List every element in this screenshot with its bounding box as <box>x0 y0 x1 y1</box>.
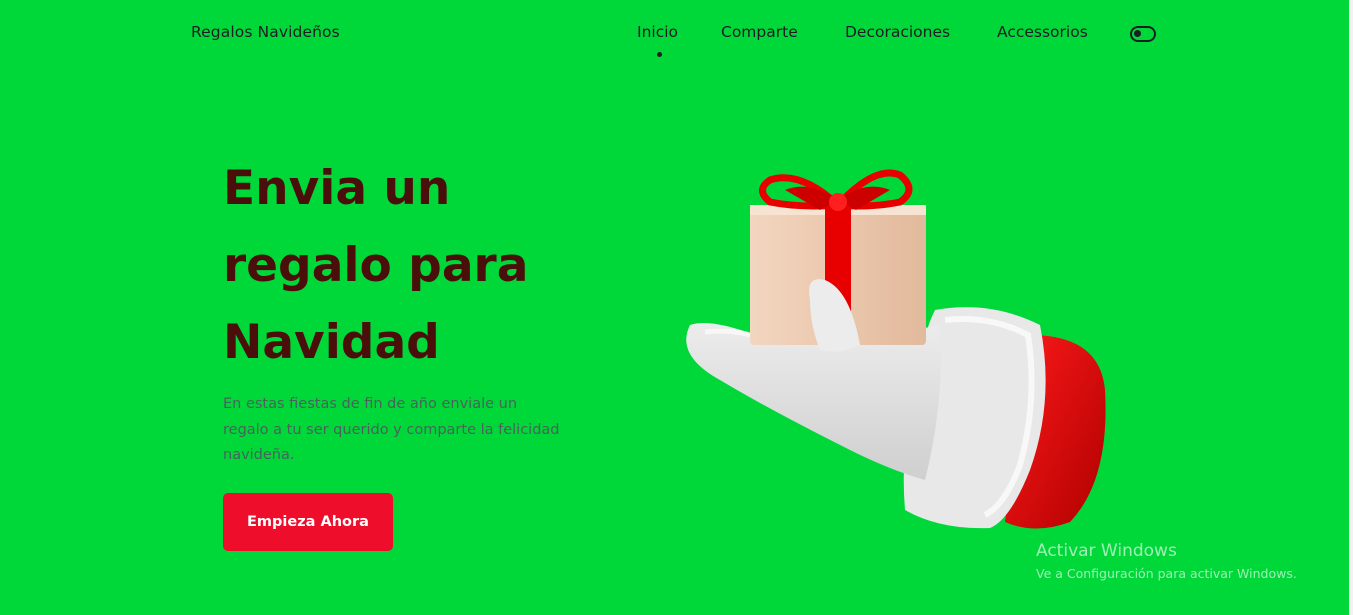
hero-title-line-1: Envia un <box>223 161 451 216</box>
active-nav-indicator <box>657 52 662 57</box>
windows-activation-watermark: Activar Windows Ve a Configuración para … <box>1036 541 1297 583</box>
watermark-subtitle: Ve a Configuración para activar Windows. <box>1036 566 1297 581</box>
santa-hand-gift-icon <box>686 169 1106 529</box>
hero-title-line-3: Navidad <box>223 315 440 370</box>
toggle-knob <box>1134 30 1141 37</box>
scrollbar[interactable] <box>1349 0 1353 615</box>
page: Regalos Navideños Inicio Comparte Decora… <box>0 0 1353 615</box>
hero-description: En estas fiestas de fin de año enviale u… <box>223 396 560 463</box>
nav-item-inicio[interactable]: Inicio <box>637 23 678 41</box>
nav-item-comparte[interactable]: Comparte <box>721 23 798 41</box>
start-now-button[interactable]: Empieza Ahora <box>223 493 393 551</box>
nav-item-decoraciones[interactable]: Decoraciones <box>845 23 950 41</box>
hero-title: Envia un regalo para Navidad <box>223 150 583 381</box>
nav-item-accessorios[interactable]: Accessorios <box>997 23 1088 41</box>
theme-toggle-icon[interactable] <box>1130 26 1156 42</box>
watermark-title: Activar Windows <box>1036 541 1177 561</box>
hero-title-line-2: regalo para <box>223 238 529 293</box>
